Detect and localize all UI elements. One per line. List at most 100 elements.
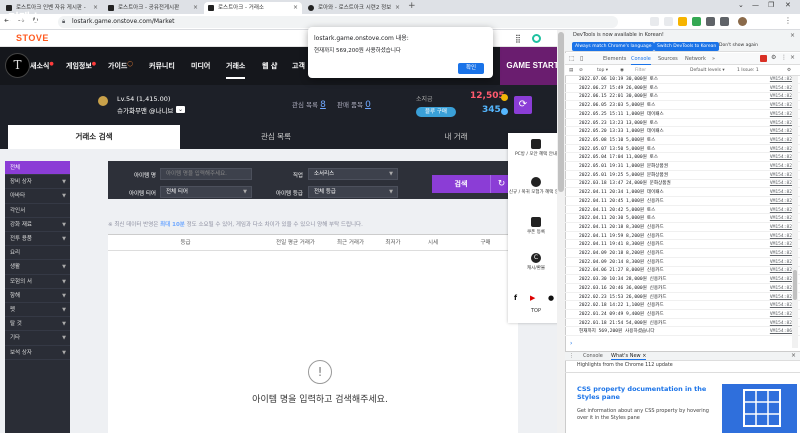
sidebar-toggle-icon[interactable]: ▤ — [569, 65, 573, 76]
tab-sources[interactable]: Sources — [658, 53, 678, 65]
sidebar-icon[interactable] — [720, 17, 729, 26]
match-language-button[interactable]: Always match Chrome's language — [572, 42, 655, 51]
extension-icon[interactable] — [678, 17, 687, 26]
category-item[interactable]: 모험의 서 ▼ — [5, 275, 70, 289]
browser-tab[interactable]: 로스트아크 - 공유전게시판 × — [104, 2, 202, 14]
issues-button[interactable]: 1 Issue: 1 — [737, 65, 759, 76]
eye-icon[interactable]: ◉ — [620, 65, 624, 76]
nav-market[interactable]: 거래소 — [226, 61, 246, 79]
close-tab-icon[interactable]: × — [193, 2, 198, 14]
promo-title[interactable]: CSS property documentation in the Styles… — [577, 385, 717, 401]
console-source-link[interactable]: VM154:82 — [770, 128, 792, 136]
nav-guide[interactable]: 가이드◯ — [108, 61, 133, 71]
console-source-link[interactable]: VM154:82 — [770, 198, 792, 206]
inspect-icon[interactable]: ⬚ — [569, 55, 575, 62]
context-select[interactable]: top ▾ — [597, 65, 608, 76]
tab-elements[interactable]: Elements — [603, 53, 626, 65]
more-menu-icon[interactable]: ⋮ — [781, 54, 787, 61]
avatar[interactable] — [738, 17, 747, 26]
page-scrollbar-thumb[interactable] — [558, 32, 564, 192]
category-item[interactable]: 탈 것 ▼ — [5, 317, 70, 332]
console-source-link[interactable]: VM154:82 — [770, 93, 792, 101]
filter-input[interactable]: Filter — [635, 65, 646, 76]
error-count-icon[interactable] — [760, 55, 767, 62]
console-settings-icon[interactable]: ⚙ — [787, 65, 791, 76]
tab-network[interactable]: Network — [685, 53, 706, 65]
nav-webshop[interactable]: 웹 샵 — [262, 61, 277, 71]
console-source-link[interactable]: VM154:82 — [770, 137, 792, 145]
console-source-link[interactable]: VM154:82 — [770, 233, 792, 241]
console-source-link[interactable]: VM154:82 — [770, 154, 792, 162]
console-source-link[interactable]: VM154:82 — [770, 189, 792, 197]
minimize-icon[interactable]: — — [752, 1, 759, 9]
maximize-icon[interactable]: ❐ — [768, 1, 774, 9]
console-source-link[interactable]: VM154:82 — [770, 241, 792, 249]
share-icon[interactable] — [650, 17, 659, 26]
watch-count[interactable]: 8 — [320, 100, 326, 110]
star-icon[interactable] — [664, 17, 673, 26]
log-levels-select[interactable]: Default levels ▾ — [690, 65, 725, 76]
console-scrollbar[interactable] — [792, 76, 798, 348]
nav-media[interactable]: 미디어 — [191, 61, 210, 71]
switch-language-button[interactable]: Switch DevTools to Korean — [654, 42, 720, 51]
console-source-link[interactable]: VM154:82 — [770, 224, 792, 232]
category-item[interactable]: 전투 용품 ▼ — [5, 232, 70, 247]
quick-coupon[interactable]: 쿠폰 등록 — [508, 217, 564, 235]
alert-ok-button[interactable]: 확인 — [458, 63, 484, 74]
more-menu-icon[interactable]: ⋮ — [784, 16, 792, 25]
more-tabs-icon[interactable]: » — [712, 53, 715, 65]
console-source-link[interactable]: VM154:82 — [770, 102, 792, 110]
console-source-link[interactable]: VM154:82 — [770, 311, 792, 319]
close-tab-icon[interactable]: × — [395, 2, 400, 14]
console-scrollbar-thumb[interactable] — [793, 270, 797, 300]
nav-news[interactable]: 새소식● — [30, 61, 54, 71]
drawer-tab-console[interactable]: Console — [583, 353, 603, 359]
category-item[interactable]: 아바타 ▼ — [5, 189, 70, 204]
chevron-down-icon[interactable]: ⌄ — [738, 1, 744, 9]
clear-console-icon[interactable]: ⊘ — [579, 65, 583, 76]
console-source-link[interactable]: VM154:82 — [770, 172, 792, 180]
profile-icon[interactable] — [532, 34, 541, 43]
category-item[interactable]: 강화 재료 ▼ — [5, 218, 70, 232]
tab-watch-list[interactable]: 관심 목록 — [190, 125, 362, 149]
console-source-link[interactable]: VM154:82 — [770, 259, 792, 267]
category-item[interactable]: 보석 상자 ▼ — [5, 346, 70, 360]
console-source-link[interactable]: VM154:82 — [770, 120, 792, 128]
tab-market-search[interactable]: 거래소 검색 — [8, 125, 180, 149]
nav-community[interactable]: 커뮤니티 — [149, 61, 175, 71]
close-window-icon[interactable]: ✕ — [785, 1, 791, 9]
quick-cash[interactable]: C 캐시/환불 — [508, 253, 564, 271]
category-item[interactable]: 요리 — [5, 246, 70, 261]
apps-grid-icon[interactable]: ⣿ — [515, 34, 521, 43]
console-source-link[interactable]: VM154:82 — [770, 276, 792, 284]
console-source-link[interactable]: VM154:82 — [770, 85, 792, 93]
chat-icon[interactable]: ● — [548, 294, 554, 302]
console-source-link[interactable]: VM154:82 — [770, 163, 792, 171]
youtube-icon[interactable]: ▶ — [530, 294, 535, 302]
item-name-input[interactable]: 아이템 명을 입력해주세요. — [160, 168, 252, 180]
quick-new-return[interactable]: 신규 / 복귀 모험가 혜택 안내 — [508, 177, 564, 195]
tab-console[interactable]: Console — [631, 53, 651, 65]
top-button[interactable]: TOP — [508, 308, 564, 314]
device-toggle-icon[interactable]: ▯ — [580, 55, 583, 62]
close-devtools-icon[interactable]: × — [790, 54, 795, 61]
console-prompt-icon[interactable]: › — [570, 340, 572, 347]
nav-support[interactable]: 고객 — [292, 61, 305, 71]
category-item[interactable]: 항해 ▼ — [5, 289, 70, 303]
category-item[interactable]: 생활 ▼ — [5, 260, 70, 275]
console-source-link[interactable]: VM154:82 — [770, 302, 792, 310]
charge-button[interactable]: 블루 구매 — [416, 107, 456, 117]
console-source-link[interactable]: VM154:86 — [770, 328, 792, 336]
console-source-link[interactable]: VM154:82 — [770, 294, 792, 302]
browser-tab[interactable]: 로아와 - 로스트아크 시련2 정보 × — [304, 2, 404, 14]
browser-tab-active[interactable]: 로스트아크 - 거래소 × — [204, 2, 302, 14]
console-source-link[interactable]: VM154:82 — [770, 285, 792, 293]
character-select-icon[interactable]: ⌄ — [176, 106, 185, 113]
category-item[interactable]: 기타 ▼ — [5, 331, 70, 346]
nav-game-info[interactable]: 게임정보● — [66, 61, 96, 71]
category-item[interactable]: 장비 상자 ▼ — [5, 175, 70, 190]
close-banner-icon[interactable]: × — [790, 32, 795, 39]
close-tab-icon[interactable]: × — [93, 2, 98, 14]
extensions-puzzle-icon[interactable] — [706, 17, 715, 26]
console-source-link[interactable]: VM154:82 — [770, 146, 792, 154]
